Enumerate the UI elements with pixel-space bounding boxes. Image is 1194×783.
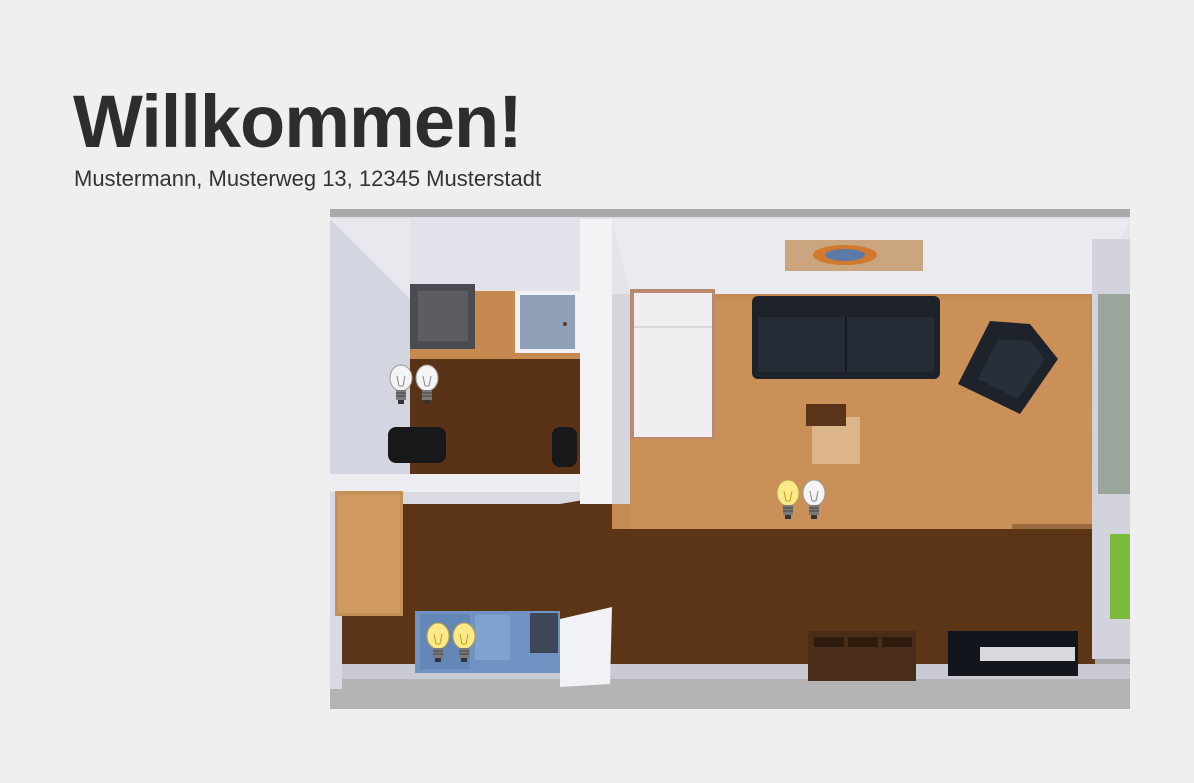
lightbulb-icon[interactable] — [414, 364, 440, 406]
bathroom-lamps — [388, 364, 440, 406]
address-text: Mustermann, Musterweg 13, 12345 Musterst… — [74, 166, 542, 191]
floorplan — [330, 209, 1130, 709]
lightbulb-icon[interactable] — [388, 364, 414, 406]
page-title: Willkommen! — [73, 80, 523, 163]
lightbulb-on-icon[interactable] — [775, 479, 801, 521]
lightbulb-on-icon[interactable] — [425, 622, 451, 664]
living-room-lamps — [775, 479, 827, 521]
lightbulb-icon[interactable] — [801, 479, 827, 521]
kitchen-lamps — [425, 622, 477, 664]
lightbulb-on-icon[interactable] — [451, 622, 477, 664]
